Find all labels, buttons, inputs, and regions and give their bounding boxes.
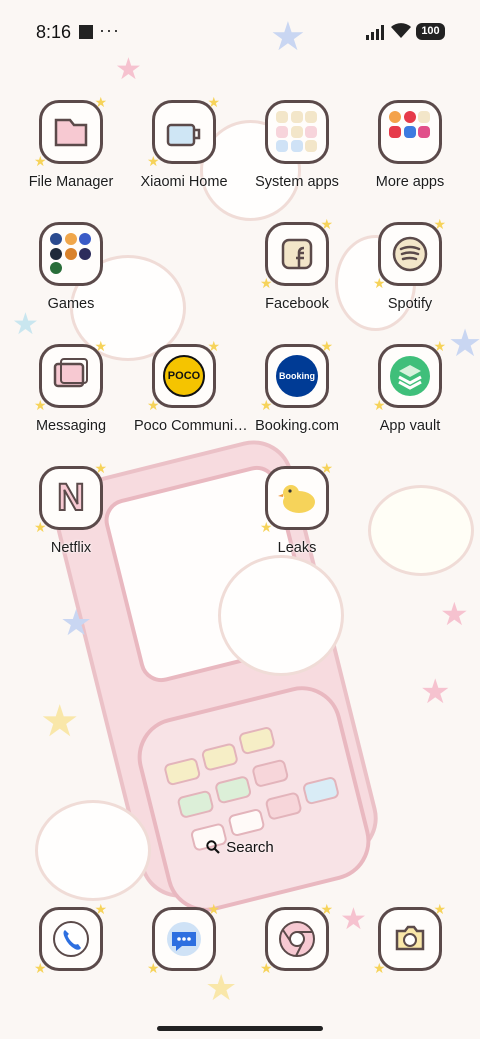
leaks-icon: ★ ★: [260, 460, 333, 535]
dock-messages[interactable]: ★ ★: [134, 901, 234, 976]
app-label: System apps: [255, 174, 339, 190]
wifi-icon: [391, 23, 411, 38]
app-folder-games[interactable]: Games: [21, 222, 121, 312]
app-booking[interactable]: ★ ★ Booking Booking.com: [247, 338, 347, 434]
wallpaper-bunny: [218, 555, 344, 676]
app-facebook[interactable]: ★ ★ Facebook: [247, 216, 347, 312]
facebook-icon: ★ ★: [260, 216, 333, 291]
wallpaper-bunny: [368, 485, 474, 576]
phone-icon: ★ ★: [34, 901, 107, 976]
games-folder-icon: [39, 222, 103, 286]
star-decoration-icon: ★: [420, 673, 451, 711]
netflix-letter: N: [56, 476, 85, 520]
wallpaper-bunny: [35, 800, 151, 901]
chrome-icon: ★ ★: [260, 901, 333, 976]
app-label: Xiaomi Home: [140, 174, 228, 190]
app-folder-more-apps[interactable]: More apps: [360, 100, 460, 190]
search-label: Search: [226, 838, 274, 856]
messages-icon: ★ ★: [147, 901, 220, 976]
app-label: Messaging: [35, 418, 107, 434]
file-manager-icon: ★ ★: [34, 94, 107, 169]
app-label: More apps: [375, 174, 445, 190]
star-decoration-icon: ★: [205, 967, 238, 1008]
star-decoration-icon: ★: [40, 697, 80, 746]
app-app-vault[interactable]: ★ ★ App vault: [360, 338, 460, 434]
app-label: App vault: [379, 418, 441, 434]
more-apps-folder-icon: [378, 100, 442, 164]
star-decoration-icon: ★: [440, 596, 469, 632]
dock-phone[interactable]: ★ ★: [21, 901, 121, 976]
app-label: Netflix: [50, 540, 92, 556]
spotify-icon: ★ ★: [373, 216, 446, 291]
app-xiaomi-home[interactable]: ★ ★ Xiaomi Home: [134, 94, 234, 190]
app-file-manager[interactable]: ★ ★ File Manager: [21, 94, 121, 190]
booking-icon: ★ ★ Booking: [260, 338, 333, 413]
system-apps-folder-icon: [265, 100, 329, 164]
xiaomi-home-icon: ★ ★: [147, 94, 220, 169]
poco-badge: POCO: [163, 355, 205, 397]
app-label: Poco Communi…: [134, 418, 248, 434]
app-folder-system-apps[interactable]: System apps: [247, 100, 347, 190]
status-bar: 8:16 ··· 100: [0, 0, 480, 64]
clock: 8:16: [36, 22, 72, 42]
app-label: Spotify: [387, 296, 433, 312]
notification-icon: [79, 25, 93, 39]
app-spotify[interactable]: ★ ★ Spotify: [360, 216, 460, 312]
star-decoration-icon: ★: [12, 308, 39, 341]
dock-chrome[interactable]: ★ ★: [247, 901, 347, 976]
booking-badge: Booking: [276, 355, 318, 397]
app-messaging[interactable]: ★ ★ Messaging: [21, 338, 121, 434]
camera-icon: ★ ★: [373, 901, 446, 976]
more-notifications-icon: ···: [99, 20, 120, 40]
search-icon: [206, 840, 221, 854]
poco-community-icon: ★ ★ POCO: [147, 338, 220, 413]
app-label: Facebook: [265, 296, 329, 312]
home-indicator[interactable]: [157, 1026, 323, 1031]
dock-camera[interactable]: ★ ★: [360, 901, 460, 976]
app-label: Leaks: [277, 540, 317, 556]
app-poco-community[interactable]: ★ ★ POCO Poco Communi…: [134, 338, 248, 434]
messaging-icon: ★ ★: [34, 338, 107, 413]
app-label: File Manager: [28, 174, 114, 190]
search-button[interactable]: Search: [197, 834, 283, 860]
star-decoration-icon: ★: [60, 602, 93, 643]
app-label: Games: [47, 296, 95, 312]
app-netflix[interactable]: ★ ★ N Netflix: [21, 460, 121, 556]
app-leaks[interactable]: ★ ★ Leaks: [247, 460, 347, 556]
battery-icon: 100: [416, 23, 445, 40]
app-vault-icon: ★ ★: [373, 338, 446, 413]
app-label: Booking.com: [255, 418, 339, 434]
signal-icon: [366, 25, 386, 40]
netflix-icon: ★ ★ N: [34, 460, 107, 535]
